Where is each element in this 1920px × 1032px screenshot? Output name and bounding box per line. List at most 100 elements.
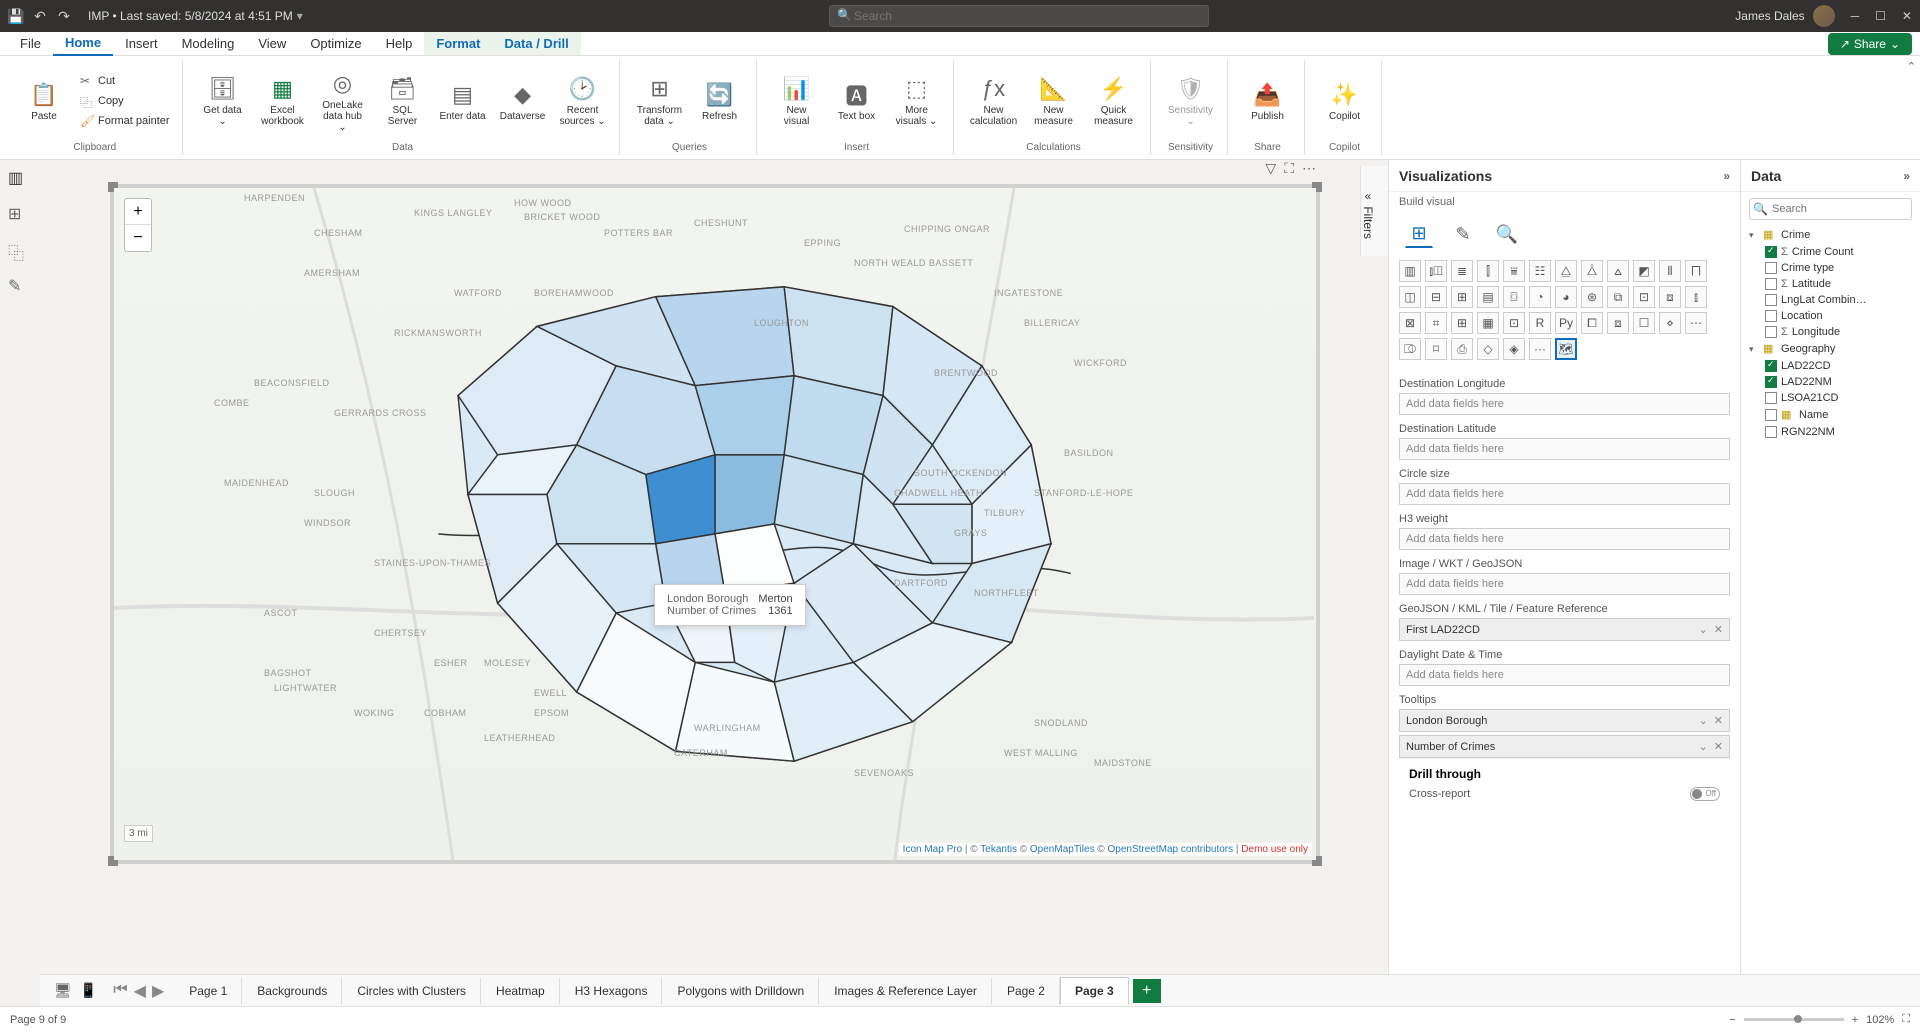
report-view-icon[interactable]: ▥ <box>8 168 28 188</box>
ribbon-collapse-icon[interactable]: ⌃ <box>1907 60 1916 73</box>
visual-type-chip[interactable]: ⧠ <box>1581 312 1603 334</box>
filters-pane-collapsed[interactable]: « Filters <box>1360 166 1388 256</box>
more-options-icon[interactable]: ⋯ <box>1302 160 1316 177</box>
well-destination-latitude[interactable]: Add data fields here <box>1399 438 1730 460</box>
well-daylight[interactable]: Add data fields here <box>1399 664 1730 686</box>
visual-type-chip[interactable]: ◫ <box>1399 286 1421 308</box>
chevron-down-icon[interactable]: ⌄ <box>1699 623 1708 636</box>
transform-data-button[interactable]: ⊞Transform data ⌄ <box>632 71 688 131</box>
visual-type-chip[interactable]: ⋯ <box>1685 312 1707 334</box>
field-node[interactable]: Crime type <box>1747 260 1914 276</box>
visual-type-chip[interactable]: ☷ <box>1529 260 1551 282</box>
visual-type-chip[interactable]: ⨅ <box>1685 260 1707 282</box>
remove-icon[interactable]: ✕ <box>1714 623 1723 636</box>
field-node[interactable]: ΣLongitude <box>1747 324 1914 340</box>
menu-help[interactable]: Help <box>374 32 425 55</box>
publish-button[interactable]: 📤Publish <box>1240 77 1296 126</box>
field-checkbox[interactable] <box>1765 278 1777 290</box>
refresh-button[interactable]: 🔄Refresh <box>692 77 748 126</box>
collapse-pane-icon[interactable]: » <box>1903 169 1910 183</box>
visual-type-chip[interactable]: ≣ <box>1451 260 1473 282</box>
well-destination-longitude[interactable]: Add data fields here <box>1399 393 1730 415</box>
remove-icon[interactable]: ✕ <box>1714 714 1723 727</box>
visual-type-chip[interactable]: ⧊ <box>1581 260 1603 282</box>
attrib-link[interactable]: OpenMapTiles <box>1030 844 1095 855</box>
visual-type-chip[interactable]: ··· <box>1529 338 1551 360</box>
visual-type-chip[interactable]: Py <box>1555 312 1577 334</box>
analytics-tab[interactable]: 🔍 <box>1493 220 1521 248</box>
menu-home[interactable]: Home <box>53 31 113 56</box>
tooltip-chip-crimes[interactable]: Number of Crimes⌄✕ <box>1399 735 1730 758</box>
visual-type-chip[interactable]: ⩸ <box>1503 260 1525 282</box>
page-tab[interactable]: Page 3 <box>1060 977 1129 1005</box>
field-node[interactable]: LAD22CD <box>1747 358 1914 374</box>
focus-mode-icon[interactable]: ⛶ <box>1284 160 1294 177</box>
field-node[interactable]: LngLat Combin… <box>1747 292 1914 308</box>
field-checkbox[interactable] <box>1765 326 1777 338</box>
field-node[interactable]: Location <box>1747 308 1914 324</box>
well-h3-weight[interactable]: Add data fields here <box>1399 528 1730 550</box>
copilot-button[interactable]: ✨Copilot <box>1317 77 1373 126</box>
global-search-input[interactable] <box>829 5 1209 27</box>
zoom-in-button[interactable]: + <box>125 199 151 225</box>
model-view-icon[interactable]: ⿻ <box>8 240 28 260</box>
field-checkbox[interactable] <box>1765 294 1777 306</box>
attrib-link[interactable]: Icon Map Pro <box>903 844 962 855</box>
menu-insert[interactable]: Insert <box>113 32 170 55</box>
icon-map-pro-visual[interactable]: 🗺 <box>1555 338 1577 360</box>
filter-icon[interactable]: ▽ <box>1265 160 1276 177</box>
visual-type-chip[interactable]: ⧈ <box>1607 312 1629 334</box>
tab-nav-prev-icon[interactable]: ◀ <box>134 981 146 1001</box>
field-checkbox[interactable] <box>1765 310 1777 322</box>
sensitivity-button[interactable]: 🛡Sensitivity⌄ <box>1163 71 1219 131</box>
visual-type-chip[interactable]: ⌗ <box>1425 312 1447 334</box>
visual-type-chip[interactable]: ⩟ <box>1607 260 1629 282</box>
format-painter-button[interactable]: 🖌Format painter <box>76 112 174 130</box>
visual-type-chip[interactable]: ⊡ <box>1503 312 1525 334</box>
visual-type-chip[interactable]: ◩ <box>1633 260 1655 282</box>
field-node[interactable]: LSOA21CD <box>1747 390 1914 406</box>
build-tab[interactable]: ⊞ <box>1405 220 1433 248</box>
save-icon[interactable]: 💾 <box>8 8 24 24</box>
menu-file[interactable]: File <box>8 32 53 55</box>
visual-type-chip[interactable]: ⊞ <box>1451 312 1473 334</box>
visual-type-chip[interactable]: ⊞ <box>1451 286 1473 308</box>
menu-format[interactable]: Format <box>424 32 492 55</box>
redo-icon[interactable]: ↷ <box>56 8 72 24</box>
user-account[interactable]: James Dales <box>1735 5 1834 27</box>
paste-button[interactable]: 📋Paste <box>16 77 72 126</box>
doc-dropdown-icon[interactable]: ▾ <box>297 9 303 23</box>
quick-measure-button[interactable]: ⚡Quick measure <box>1086 71 1142 131</box>
field-checkbox[interactable] <box>1765 376 1777 388</box>
share-button[interactable]: ↗Share⌄ <box>1828 33 1912 55</box>
map-surface[interactable]: KINGS LANGLEYHOW WOODBRICKET WOODPOTTERS… <box>114 188 1316 860</box>
visual-type-chip[interactable]: ⌼ <box>1503 286 1525 308</box>
field-checkbox[interactable] <box>1765 392 1777 404</box>
well-feature-reference-chip[interactable]: First LAD22CD⌄✕ <box>1399 618 1730 641</box>
visual-type-chip[interactable]: ▥ <box>1399 260 1421 282</box>
field-checkbox[interactable] <box>1765 360 1777 372</box>
chevron-down-icon[interactable]: ⌄ <box>1699 714 1708 727</box>
sql-button[interactable]: 🗃SQL Server <box>375 71 431 131</box>
visual-type-chip[interactable]: ☐ <box>1633 312 1655 334</box>
more-visuals-button[interactable]: ⬚More visuals ⌄ <box>889 71 945 131</box>
table-view-icon[interactable]: ⊞ <box>8 204 28 224</box>
field-checkbox[interactable] <box>1765 246 1777 258</box>
field-node[interactable]: ΣCrime Count <box>1747 244 1914 260</box>
visual-type-chip[interactable]: ⋄ <box>1659 312 1681 334</box>
undo-icon[interactable]: ↶ <box>32 8 48 24</box>
well-circle-size[interactable]: Add data fields here <box>1399 483 1730 505</box>
new-calculation-button[interactable]: ƒxNew calculation <box>966 71 1022 131</box>
visual-type-chip[interactable]: ◕ <box>1555 286 1577 308</box>
cross-report-toggle[interactable]: Off <box>1690 787 1720 801</box>
dataverse-button[interactable]: ◆Dataverse <box>495 77 551 126</box>
mobile-layout-icon[interactable]: 📱 <box>80 982 97 999</box>
field-node[interactable]: LAD22NM <box>1747 374 1914 390</box>
visual-type-chip[interactable]: R <box>1529 312 1551 334</box>
field-checkbox[interactable] <box>1765 409 1777 421</box>
field-node[interactable]: ΣLatitude <box>1747 276 1914 292</box>
chevron-down-icon[interactable]: ⌄ <box>1699 740 1708 753</box>
minimize-icon[interactable]: ─ <box>1851 9 1860 23</box>
visual-type-chip[interactable]: ▦ <box>1477 312 1499 334</box>
map-visual[interactable]: ▽ ⛶ ⋯ <box>110 184 1320 864</box>
